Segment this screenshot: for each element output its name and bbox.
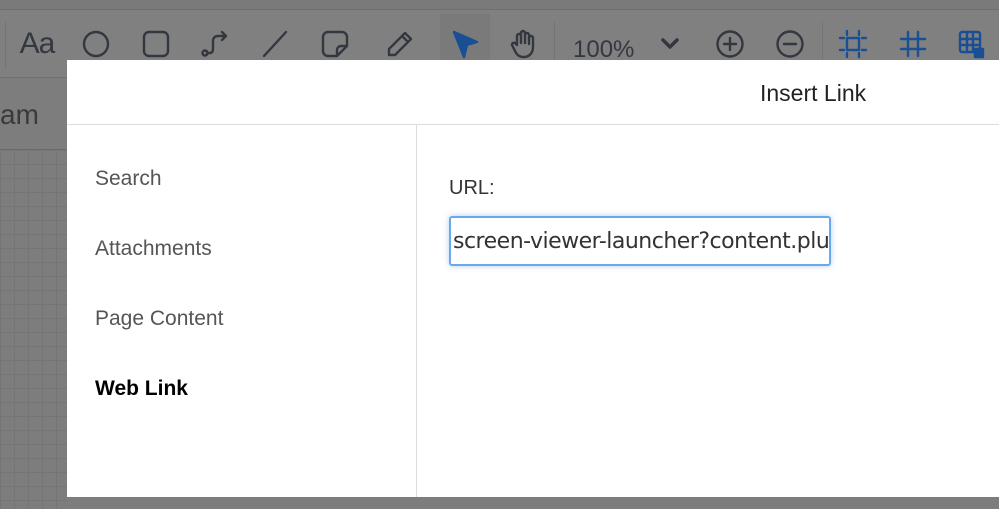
square-icon [142,30,170,58]
top-bar [0,0,999,10]
dialog-header: Insert Link [67,60,999,125]
connector-tool-button[interactable] [195,24,235,64]
pencil-tool-button[interactable] [380,24,420,64]
grid-toggle-button[interactable] [893,24,933,64]
fit-frame-button[interactable] [833,24,873,64]
pan-tool-button[interactable] [503,24,543,64]
insert-link-dialog: Insert Link Search Attachments Page Cont… [67,60,999,497]
circle-icon [82,30,110,58]
nav-item-web-link[interactable]: Web Link [95,377,188,401]
connector-icon [201,30,228,57]
sticky-note-tool-button[interactable] [315,24,355,64]
frame-icon [838,29,868,59]
url-input[interactable]: screen-viewer-launcher?content.plu [449,216,831,266]
canvas-grid [0,149,67,509]
plus-circle-icon [716,30,744,58]
zoom-dropdown-button[interactable] [650,24,690,64]
chevron-down-icon [661,38,679,49]
zoom-out-button[interactable] [770,24,810,64]
separator [5,22,6,68]
ellipse-tool-button[interactable] [76,24,116,64]
table-icon [958,30,985,59]
table-tool-button[interactable] [952,24,992,64]
minus-circle-icon [776,30,804,58]
hand-icon [510,29,535,59]
dialog-title: Insert Link [760,80,867,106]
nav-item-attachments[interactable]: Attachments [95,237,212,261]
sticky-note-icon [321,30,349,58]
line-icon [262,30,288,58]
diagram-title: am [0,99,39,130]
nav-item-search[interactable]: Search [95,167,162,191]
grid-icon [899,30,927,58]
pointer-icon [452,30,479,59]
rectangle-tool-button[interactable] [136,24,176,64]
text-tool-button[interactable]: Aa [17,24,57,64]
zoom-in-button[interactable] [710,24,750,64]
nav-item-page-content[interactable]: Page Content [95,307,223,331]
text-icon: Aa [19,27,56,60]
pencil-icon [387,31,413,57]
diagram-canvas[interactable]: am [0,79,67,509]
url-label: URL: [449,177,495,199]
link-type-nav: Search Attachments Page Content Web Link [67,125,417,497]
line-tool-button[interactable] [255,24,295,64]
